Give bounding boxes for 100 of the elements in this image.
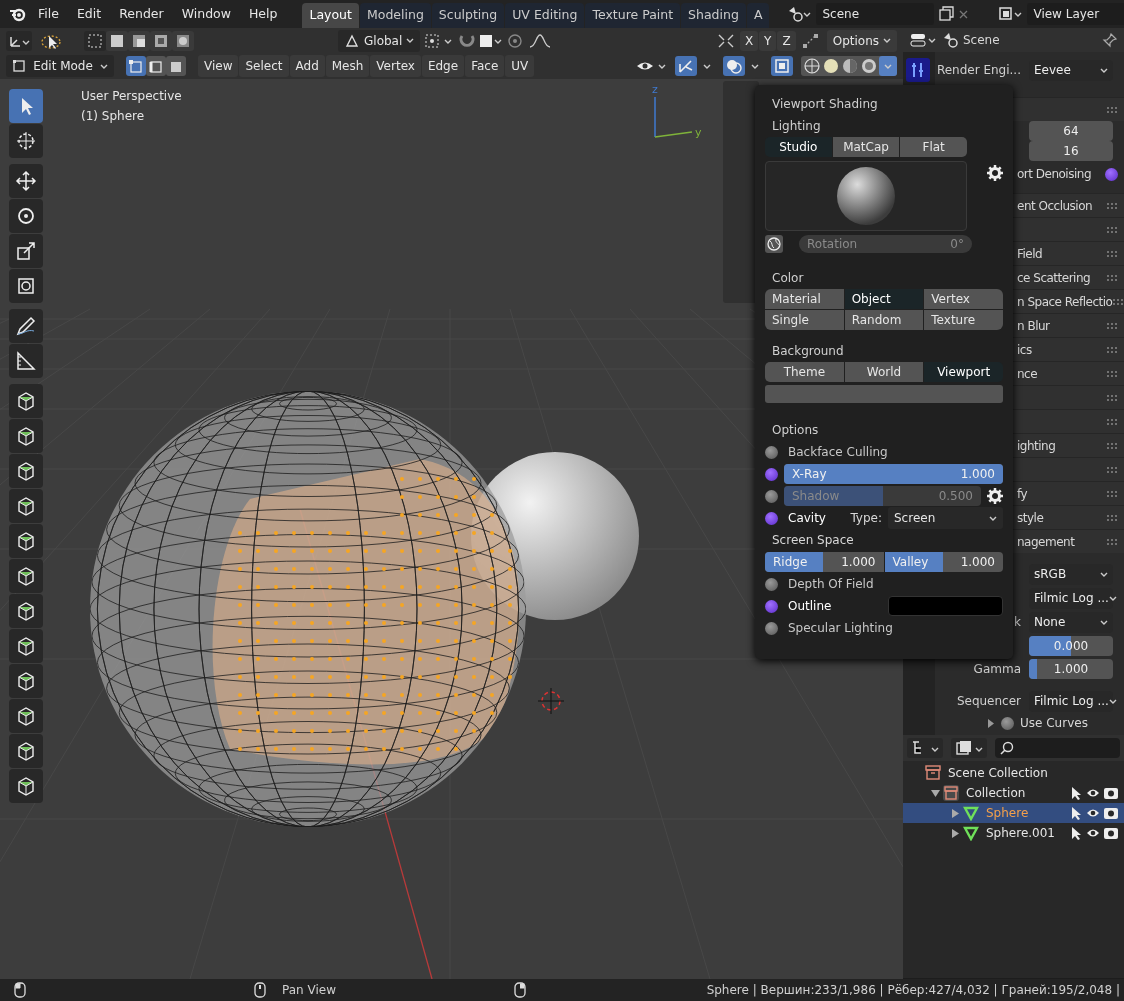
slider[interactable]: X-Ray 1.000 bbox=[784, 464, 1003, 484]
select-mode-button[interactable] bbox=[126, 56, 146, 76]
axis-toggle[interactable]: Z bbox=[777, 30, 796, 51]
drag-handle-icon[interactable] bbox=[1106, 513, 1118, 522]
drag-handle-icon[interactable] bbox=[1106, 345, 1118, 354]
drag-handle-icon[interactable] bbox=[1106, 441, 1118, 450]
slider[interactable]: 1.000 bbox=[1029, 658, 1113, 679]
segment-option[interactable]: MatCap bbox=[832, 137, 900, 157]
workspace-tab[interactable]: A bbox=[746, 3, 770, 28]
segment-option[interactable]: Flat bbox=[900, 137, 967, 157]
drag-handle-icon[interactable] bbox=[1106, 393, 1118, 402]
editor-type-icon[interactable] bbox=[909, 31, 937, 49]
select-mode-button[interactable] bbox=[166, 56, 186, 76]
color-option[interactable]: Object bbox=[844, 289, 924, 309]
drag-handle-icon[interactable] bbox=[1106, 273, 1118, 282]
matcap-preview[interactable] bbox=[765, 161, 967, 231]
header-menu[interactable]: View bbox=[198, 55, 239, 77]
mode-dropdown[interactable]: Edit Mode bbox=[6, 55, 114, 77]
collapsed-arrow-icon[interactable] bbox=[951, 828, 960, 838]
tool-button[interactable] bbox=[9, 489, 43, 523]
slider[interactable]: Valley 1.000 bbox=[884, 552, 1003, 572]
menu-item[interactable]: File bbox=[30, 2, 67, 26]
expand-arrow-icon[interactable] bbox=[987, 718, 995, 728]
tool-button[interactable] bbox=[9, 199, 43, 233]
axis-toggle[interactable]: Y bbox=[759, 30, 777, 51]
checkbox[interactable] bbox=[1105, 167, 1118, 181]
menu-item[interactable]: Render bbox=[111, 2, 172, 26]
segment-option[interactable]: Theme bbox=[765, 362, 844, 382]
outliner-display-icon[interactable] bbox=[907, 738, 943, 758]
color-option[interactable]: Random bbox=[844, 310, 924, 330]
transform-gizmo-dropdown[interactable] bbox=[6, 30, 32, 51]
panel-header[interactable]: fy bbox=[1017, 484, 1028, 503]
copy-icon[interactable] bbox=[938, 6, 955, 22]
color-option[interactable]: Single bbox=[765, 310, 844, 330]
world-icon[interactable] bbox=[765, 235, 783, 253]
tool-tab-icon[interactable] bbox=[906, 58, 930, 82]
drag-handle-icon[interactable] bbox=[1106, 225, 1118, 234]
outliner-row[interactable]: Sphere bbox=[903, 803, 1124, 823]
drag-handle-icon[interactable] bbox=[1106, 321, 1118, 330]
checkbox[interactable] bbox=[765, 599, 778, 613]
checkbox[interactable] bbox=[765, 511, 778, 525]
camera-icon[interactable] bbox=[1104, 787, 1118, 799]
number-field[interactable]: 64 bbox=[1029, 121, 1113, 141]
view-layer-field[interactable]: View Layer bbox=[1027, 3, 1124, 25]
panel-header[interactable]: ighting bbox=[1017, 436, 1056, 455]
panel-header[interactable]: ics bbox=[1017, 340, 1032, 359]
slider[interactable]: 0.000 bbox=[1029, 635, 1113, 656]
pin-icon[interactable] bbox=[1102, 32, 1118, 48]
options-dropdown[interactable]: Options bbox=[826, 29, 897, 52]
checkbox[interactable] bbox=[765, 489, 778, 503]
subpanel-header[interactable]: Use Curves bbox=[1020, 714, 1088, 732]
drag-handle-icon[interactable] bbox=[1106, 105, 1118, 114]
tool-button[interactable] bbox=[9, 234, 43, 268]
color-option[interactable]: Vertex bbox=[924, 289, 1003, 309]
header-menu[interactable]: Face bbox=[465, 55, 505, 77]
eye-icon[interactable] bbox=[1086, 807, 1100, 819]
type-dropdown[interactable]: Screen bbox=[888, 507, 1003, 529]
image-stack-icon[interactable] bbox=[997, 5, 1024, 23]
close-icon[interactable] bbox=[958, 8, 970, 20]
tool-button[interactable] bbox=[9, 269, 43, 303]
header-menu[interactable]: Vertex bbox=[370, 55, 421, 77]
number-field[interactable]: 16 bbox=[1029, 141, 1113, 161]
checkbox[interactable] bbox=[1001, 716, 1014, 730]
panel-header[interactable]: n Blur bbox=[1017, 316, 1050, 335]
scene-field[interactable]: Scene bbox=[816, 3, 935, 25]
segment-option[interactable]: Viewport bbox=[924, 362, 1003, 382]
checkbox[interactable] bbox=[765, 445, 778, 459]
outliner-row[interactable]: Collection bbox=[903, 783, 1124, 803]
filter-icon[interactable] bbox=[951, 738, 987, 758]
camera-icon[interactable] bbox=[1104, 807, 1118, 819]
gear-icon[interactable] bbox=[987, 165, 1003, 181]
drag-handle-icon[interactable] bbox=[1106, 465, 1118, 474]
checkbox[interactable] bbox=[765, 577, 778, 591]
drag-handle-icon[interactable] bbox=[1112, 297, 1124, 306]
header-menu[interactable]: Select bbox=[239, 55, 289, 77]
header-menu[interactable]: UV bbox=[505, 55, 535, 77]
header-menu[interactable]: Mesh bbox=[325, 55, 370, 77]
background-color-swatch[interactable] bbox=[765, 385, 1003, 403]
tool-button[interactable] bbox=[9, 559, 43, 593]
slider[interactable]: Ridge 1.000 bbox=[765, 552, 884, 572]
tool-button[interactable] bbox=[9, 699, 43, 733]
segment-option[interactable]: World bbox=[844, 362, 924, 382]
tool-button[interactable] bbox=[9, 629, 43, 663]
orientation-dropdown[interactable]: Global bbox=[338, 29, 421, 52]
tool-button[interactable] bbox=[9, 769, 43, 803]
arrow-cursor-icon[interactable] bbox=[1070, 826, 1082, 840]
tool-button[interactable] bbox=[9, 164, 43, 198]
menu-item[interactable]: Edit bbox=[68, 2, 110, 26]
gear-icon[interactable] bbox=[987, 488, 1003, 504]
camera-icon[interactable] bbox=[1104, 827, 1118, 839]
tool-button[interactable] bbox=[9, 734, 43, 768]
drag-handle-icon[interactable] bbox=[1106, 537, 1118, 546]
panel-header[interactable]: style bbox=[1017, 508, 1044, 527]
workspace-tab[interactable]: Shading bbox=[681, 3, 746, 28]
collapsed-arrow-icon[interactable] bbox=[951, 808, 960, 818]
expanded-arrow-icon[interactable] bbox=[931, 788, 940, 798]
tool-button[interactable] bbox=[9, 419, 43, 453]
dropdown[interactable]: sRGB bbox=[1029, 563, 1113, 585]
tool-button[interactable] bbox=[9, 344, 43, 378]
dropdown[interactable]: None bbox=[1029, 611, 1113, 633]
